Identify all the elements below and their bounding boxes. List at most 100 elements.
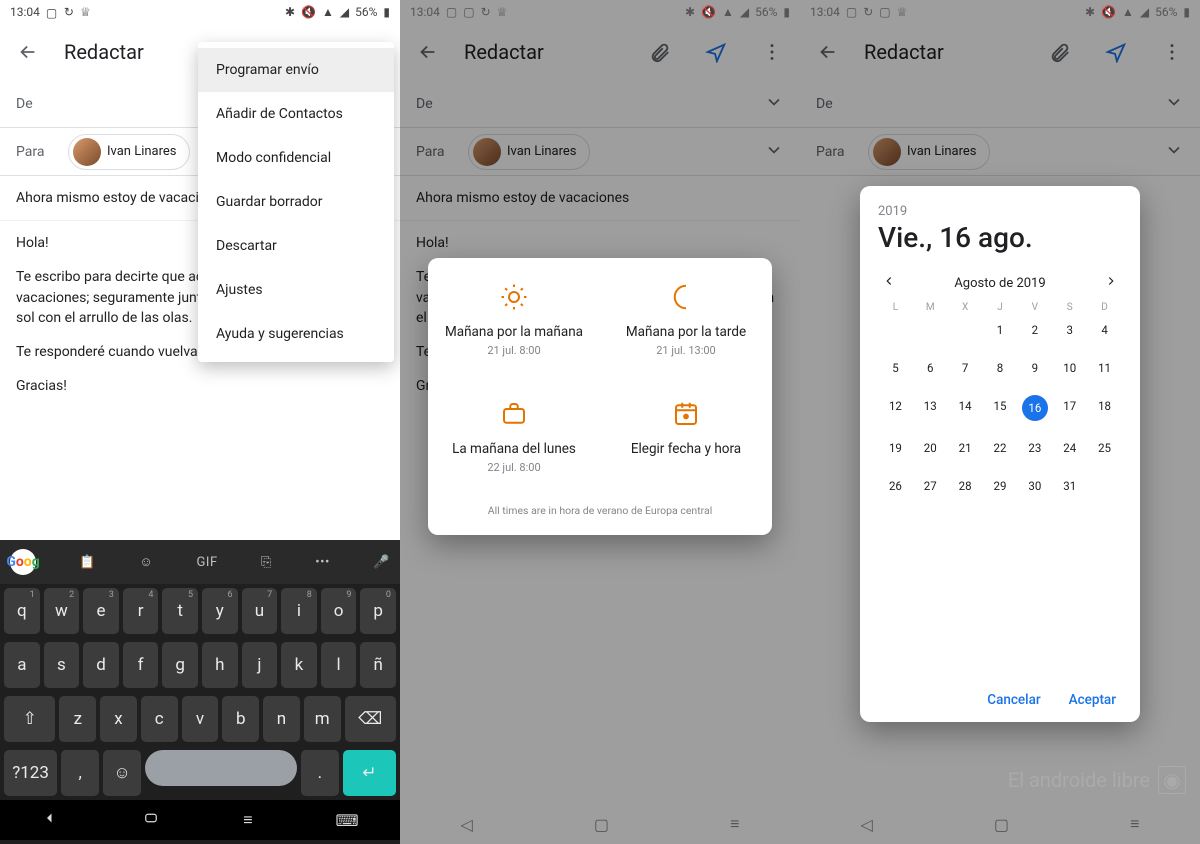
clipboard-icon[interactable]: 📋	[79, 555, 96, 570]
day-31[interactable]: 31	[1052, 475, 1087, 497]
to-field[interactable]: ParaIvan Linares	[400, 128, 800, 176]
sticker-icon[interactable]: ☺	[139, 554, 153, 570]
next-month-button[interactable]	[1104, 274, 1118, 292]
send-button[interactable]	[696, 32, 736, 72]
day-14[interactable]: 14	[948, 395, 983, 417]
key-e[interactable]: 3e	[83, 588, 119, 634]
key-n[interactable]: n	[263, 696, 300, 742]
overflow-button[interactable]	[752, 32, 792, 72]
key-g[interactable]: g	[162, 642, 198, 688]
key-z[interactable]: z	[59, 696, 96, 742]
day-3[interactable]: 3	[1052, 319, 1087, 341]
day-20[interactable]: 20	[913, 437, 948, 459]
period-key[interactable]: .	[301, 750, 339, 796]
back-button[interactable]	[408, 32, 448, 72]
attach-button[interactable]	[1040, 32, 1080, 72]
more-icon[interactable]: •••	[315, 555, 330, 570]
key-k[interactable]: k	[281, 642, 317, 688]
day-18[interactable]: 18	[1087, 395, 1122, 417]
schedule-tomorrow-afternoon[interactable]: Mañana por la tarde21 jul. 13:00	[600, 258, 772, 375]
key-u[interactable]: 7u	[242, 588, 278, 634]
menu-help[interactable]: Ayuda y sugerencias	[198, 312, 394, 356]
google-icon[interactable]: Goog	[10, 549, 36, 575]
symbols-key[interactable]: ?123	[4, 750, 57, 796]
day-6[interactable]: 6	[913, 357, 948, 379]
key-l[interactable]: l	[321, 642, 357, 688]
menu-confidential[interactable]: Modo confidencial	[198, 136, 394, 180]
key-v[interactable]: v	[182, 696, 219, 742]
menu-settings[interactable]: Ajustes	[198, 268, 394, 312]
prev-month-button[interactable]	[882, 274, 896, 292]
day-25[interactable]: 25	[1087, 437, 1122, 459]
key-x[interactable]: x	[100, 696, 137, 742]
key-m[interactable]: m	[304, 696, 341, 742]
nav-recents[interactable]: ≡	[243, 810, 252, 830]
day-23[interactable]: 23	[1017, 437, 1052, 459]
suggestion-bar[interactable]: Goog 📋 ☺ GIF ⎘ ••• 🎤	[0, 540, 400, 584]
day-29[interactable]: 29	[983, 475, 1018, 497]
back-button[interactable]	[8, 32, 48, 72]
day-5[interactable]: 5	[878, 357, 913, 379]
day-13[interactable]: 13	[913, 395, 948, 417]
key-y[interactable]: 6y	[202, 588, 238, 634]
attach-button[interactable]	[640, 32, 680, 72]
day-17[interactable]: 17	[1052, 395, 1087, 417]
key-b[interactable]: b	[222, 696, 259, 742]
nav-home[interactable]: ▢	[594, 815, 609, 834]
nav-home[interactable]	[142, 809, 160, 831]
emoji-key[interactable]: ☺	[103, 750, 141, 796]
nav-back[interactable]: ◁	[861, 815, 873, 834]
enter-key[interactable]: ↵	[343, 750, 396, 796]
day-24[interactable]: 24	[1052, 437, 1087, 459]
day-16[interactable]: 16	[1022, 395, 1048, 421]
subject-field[interactable]: Ahora mismo estoy de vacaciones	[400, 176, 800, 221]
day-7[interactable]: 7	[948, 357, 983, 379]
day-10[interactable]: 10	[1052, 357, 1087, 379]
menu-discard[interactable]: Descartar	[198, 224, 394, 268]
comma-key[interactable]: ,	[61, 750, 99, 796]
overflow-button[interactable]	[1152, 32, 1192, 72]
day-27[interactable]: 27	[913, 475, 948, 497]
translate-icon[interactable]: ⎘	[261, 555, 272, 570]
nav-recents[interactable]: ≡	[730, 814, 739, 834]
space-key[interactable]	[145, 750, 297, 786]
day-4[interactable]: 4	[1087, 319, 1122, 341]
key-i[interactable]: 8i	[281, 588, 317, 634]
key-p[interactable]: 0p	[360, 588, 396, 634]
day-15[interactable]: 15	[983, 395, 1018, 417]
picker-year[interactable]: 2019	[878, 204, 1122, 219]
key-r[interactable]: 4r	[123, 588, 159, 634]
day-28[interactable]: 28	[948, 475, 983, 497]
schedule-tomorrow-morning[interactable]: Mañana por la mañana21 jul. 8:00	[428, 258, 600, 375]
key-a[interactable]: a	[4, 642, 40, 688]
schedule-pick-date[interactable]: Elegir fecha y hora	[600, 375, 772, 492]
mic-icon[interactable]: 🎤	[373, 555, 390, 570]
key-f[interactable]: f	[123, 642, 159, 688]
nav-home[interactable]: ▢	[994, 815, 1009, 834]
day-19[interactable]: 19	[878, 437, 913, 459]
recipient-chip[interactable]: Ivan Linares	[68, 134, 190, 170]
day-1[interactable]: 1	[983, 319, 1018, 341]
day-21[interactable]: 21	[948, 437, 983, 459]
key-q[interactable]: 1q	[4, 588, 40, 634]
nav-back[interactable]: ◁	[461, 815, 473, 834]
from-field[interactable]: De	[400, 80, 800, 128]
day-2[interactable]: 2	[1017, 319, 1052, 341]
menu-add-contacts[interactable]: Añadir de Contactos	[198, 92, 394, 136]
key-t[interactable]: 5t	[162, 588, 198, 634]
day-9[interactable]: 9	[1017, 357, 1052, 379]
day-11[interactable]: 11	[1087, 357, 1122, 379]
key-ñ[interactable]: ñ	[360, 642, 396, 688]
picker-ok-button[interactable]: Aceptar	[1069, 692, 1116, 708]
key-c[interactable]: c	[141, 696, 178, 742]
day-26[interactable]: 26	[878, 475, 913, 497]
menu-save-draft[interactable]: Guardar borrador	[198, 180, 394, 224]
key-h[interactable]: h	[202, 642, 238, 688]
nav-back[interactable]	[41, 809, 59, 831]
day-30[interactable]: 30	[1017, 475, 1052, 497]
back-button[interactable]	[808, 32, 848, 72]
nav-keyboard[interactable]: ⌨	[335, 811, 358, 830]
key-j[interactable]: j	[242, 642, 278, 688]
key-d[interactable]: d	[83, 642, 119, 688]
nav-recents[interactable]: ≡	[1130, 814, 1139, 834]
